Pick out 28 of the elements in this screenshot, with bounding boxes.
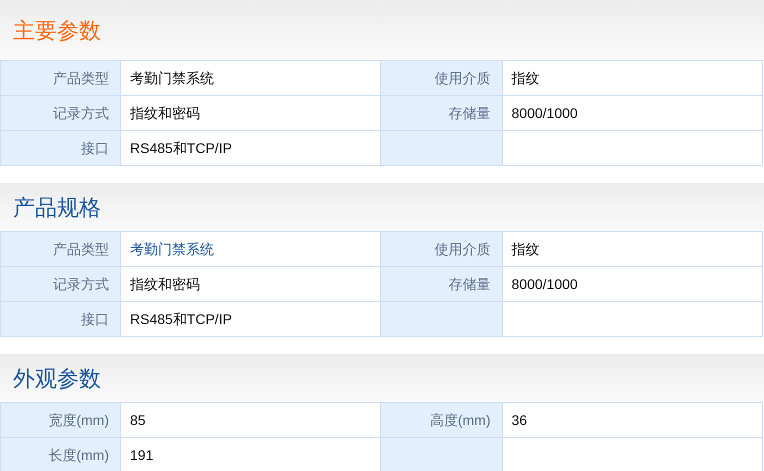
section-title: 外观参数 (13, 364, 101, 392)
value-cell: 8000/1000 (502, 96, 763, 131)
label-cell: 高度(mm) (380, 403, 502, 438)
label-cell: 接口 (1, 131, 121, 166)
value-cell: 36 (502, 403, 763, 438)
value-link[interactable]: 考勤门禁系统 (130, 238, 214, 260)
section-title: 产品规格 (13, 194, 101, 222)
value-cell: RS485和TCP/IP (121, 302, 380, 337)
label-cell: 存储量 (380, 96, 502, 131)
label-cell: 记录方式 (1, 96, 121, 131)
value-cell: 指纹和密码 (121, 96, 380, 131)
label-cell: 长度(mm) (1, 438, 121, 471)
label-cell: 产品类型 (1, 61, 121, 96)
value-cell: RS485和TCP/IP (121, 131, 380, 166)
label-cell: 存储量 (380, 267, 502, 302)
label-cell: 接口 (1, 302, 121, 337)
label-cell: 使用介质 (380, 232, 502, 267)
value-cell: 指纹 (502, 61, 763, 96)
value-cell: 8000/1000 (502, 267, 763, 302)
label-cell: 记录方式 (1, 267, 121, 302)
label-cell: 宽度(mm) (1, 403, 121, 438)
section-title: 主要参数 (13, 16, 101, 44)
label-cell: 使用介质 (380, 61, 502, 96)
label-cell: 产品类型 (1, 232, 121, 267)
value-cell: 85 (121, 403, 380, 438)
value-cell: 指纹 (502, 232, 763, 267)
value-cell: 考勤门禁系统 (121, 61, 380, 96)
value-cell: 指纹和密码 (121, 267, 380, 302)
